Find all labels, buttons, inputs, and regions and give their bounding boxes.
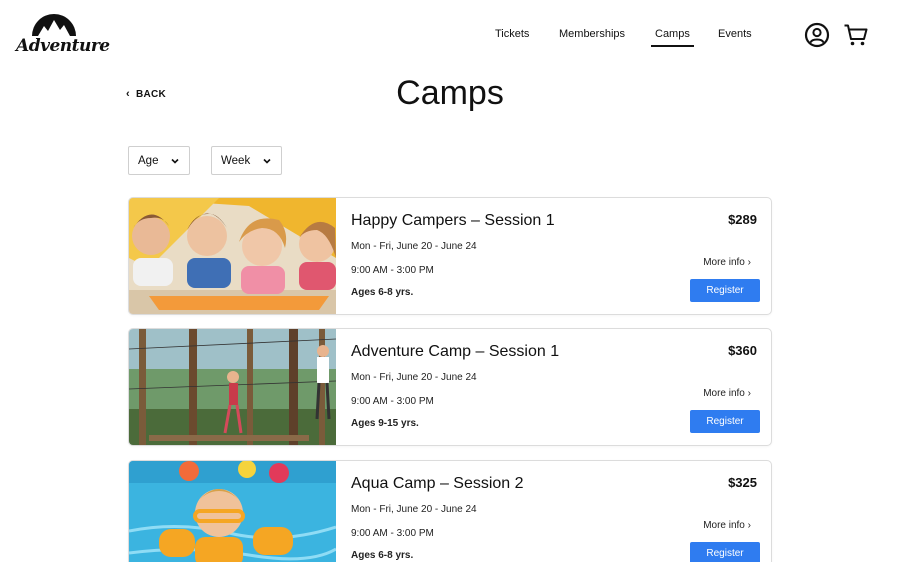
- chevron-right-icon: ›: [747, 388, 751, 399]
- chevron-right-icon: ›: [747, 257, 751, 268]
- shopping-cart-icon[interactable]: [843, 22, 869, 48]
- logo-mountain-graphic: [32, 14, 76, 36]
- camp-dates: Mon - Fri, June 20 - June 24: [351, 372, 477, 383]
- page-title: Camps: [396, 74, 504, 112]
- camp-time: 9:00 AM - 3:00 PM: [351, 396, 434, 407]
- nav-item-camps[interactable]: Camps: [651, 28, 694, 47]
- more-info-label: More info: [703, 388, 745, 399]
- nav-item-tickets[interactable]: Tickets: [495, 28, 529, 40]
- register-button[interactable]: Register: [690, 542, 760, 562]
- camp-photo-pool-swimmer: [129, 461, 336, 562]
- more-info-link[interactable]: More info ›: [703, 257, 751, 268]
- camp-card: Adventure Camp – Session 1 Mon - Fri, Ju…: [128, 328, 772, 446]
- chevron-down-icon: [171, 158, 179, 164]
- user-circle-icon[interactable]: [804, 22, 830, 48]
- camp-ages: Ages 9-15 yrs.: [351, 418, 419, 429]
- camp-photo-ropes-course: [129, 329, 336, 445]
- week-filter-dropdown[interactable]: Week: [211, 146, 282, 175]
- register-button[interactable]: Register: [690, 410, 760, 433]
- week-filter-label: Week: [221, 154, 251, 167]
- more-info-label: More info: [703, 520, 745, 531]
- logo-text: Adventure: [16, 36, 110, 56]
- camp-time: 9:00 AM - 3:00 PM: [351, 265, 434, 276]
- chevron-down-icon: [263, 158, 271, 164]
- camp-price: $360: [728, 343, 757, 358]
- nav-item-events[interactable]: Events: [718, 28, 752, 40]
- chevron-right-icon: ›: [747, 520, 751, 531]
- nav-item-memberships[interactable]: Memberships: [559, 28, 625, 40]
- more-info-link[interactable]: More info ›: [703, 388, 751, 399]
- camp-dates: Mon - Fri, June 20 - June 24: [351, 241, 477, 252]
- more-info-label: More info: [703, 257, 745, 268]
- camp-title: Adventure Camp – Session 1: [351, 343, 560, 360]
- camp-price: $289: [728, 212, 757, 227]
- camp-time: 9:00 AM - 3:00 PM: [351, 528, 434, 539]
- camp-ages: Ages 6-8 yrs.: [351, 287, 414, 298]
- camp-price: $325: [728, 475, 757, 490]
- camp-dates: Mon - Fri, June 20 - June 24: [351, 504, 477, 515]
- camp-ages: Ages 6-8 yrs.: [351, 550, 414, 561]
- camp-card: Happy Campers – Session 1 Mon - Fri, Jun…: [128, 197, 772, 315]
- camp-photo-kids-in-tent: [129, 198, 336, 314]
- brand-logo[interactable]: Adventure: [16, 14, 110, 58]
- camp-title: Aqua Camp – Session 2: [351, 475, 524, 492]
- age-filter-label: Age: [138, 154, 159, 167]
- more-info-link[interactable]: More info ›: [703, 520, 751, 531]
- camp-card: Aqua Camp – Session 2 Mon - Fri, June 20…: [128, 460, 772, 562]
- camp-title: Happy Campers – Session 1: [351, 212, 555, 229]
- register-button[interactable]: Register: [690, 279, 760, 302]
- age-filter-dropdown[interactable]: Age: [128, 146, 190, 175]
